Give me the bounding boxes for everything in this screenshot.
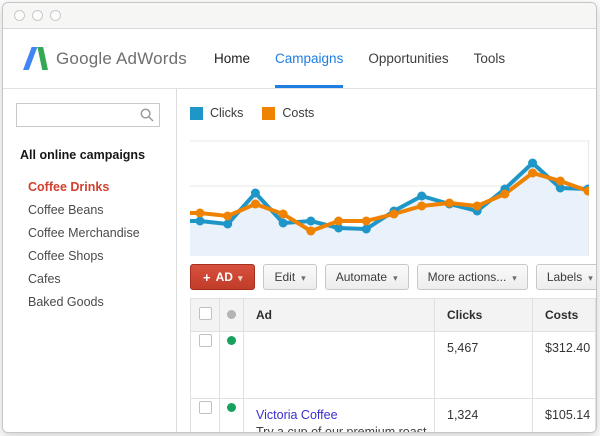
nav-tab-home[interactable]: Home [214, 29, 250, 88]
caret-down-icon: ▾ [238, 274, 243, 283]
window-control-minimize[interactable] [32, 10, 43, 21]
nav-tab-tools[interactable]: Tools [474, 29, 506, 88]
sidebar-item-coffee-beans[interactable]: Coffee Beans [3, 198, 176, 221]
caret-down-icon: ▾ [393, 274, 398, 283]
caret-down-icon: ▾ [588, 274, 593, 283]
action-toolbar: + AD ▾ Edit ▾ Automate ▾ More actions... [190, 264, 596, 290]
search-icon [140, 108, 154, 122]
add-ad-button[interactable]: + AD ▾ [190, 264, 255, 290]
sidebar-item-baked-goods[interactable]: Baked Goods [3, 290, 176, 313]
ad-cell [244, 332, 435, 399]
clicks-column-header[interactable]: Clicks [435, 299, 533, 332]
status-enabled-icon [227, 403, 236, 412]
table-row: Victoria Coffee Try a cup of our premium… [191, 399, 596, 434]
browser-window: Google AdWords Home Campaigns Opportunit… [2, 2, 597, 433]
ad-column-header[interactable]: Ad [244, 299, 435, 332]
clicks-costs-line-chart [190, 133, 589, 257]
status-enabled-icon [227, 336, 236, 345]
caret-down-icon: ▾ [301, 274, 306, 283]
table-row: 5,467 $312.40 [191, 332, 596, 399]
row-checkbox[interactable] [199, 401, 212, 414]
ad-description: Try a cup of our premium roast. [256, 425, 434, 433]
costs-column-header[interactable]: Costs [533, 299, 596, 332]
nav-tab-campaigns[interactable]: Campaigns [275, 29, 343, 88]
clicks-legend-swatch [190, 107, 203, 120]
campaign-list: Coffee Drinks Coffee Beans Coffee Mercha… [3, 175, 176, 313]
select-all-checkbox[interactable] [199, 307, 212, 320]
costs-legend-label: Costs [282, 106, 314, 120]
search-input[interactable] [16, 103, 160, 127]
clicks-cell: 1,324 [435, 399, 533, 434]
window-control-zoom[interactable] [50, 10, 61, 21]
main-nav: Home Campaigns Opportunities Tools [214, 29, 505, 88]
table-header-row: Ad Clicks Costs [191, 299, 596, 332]
caret-down-icon: ▾ [512, 274, 517, 283]
adwords-logo: Google AdWords [23, 29, 187, 88]
nav-tab-opportunities[interactable]: Opportunities [368, 29, 448, 88]
ad-title-link[interactable]: Victoria Coffee [256, 408, 434, 422]
chart-legend: Clicks Costs [190, 106, 596, 120]
row-checkbox[interactable] [199, 334, 212, 347]
window-control-close[interactable] [14, 10, 25, 21]
edit-button[interactable]: Edit ▾ [263, 264, 316, 290]
ad-cell: Victoria Coffee Try a cup of our premium… [244, 399, 435, 434]
costs-legend-swatch [262, 107, 275, 120]
clicks-cell: 5,467 [435, 332, 533, 399]
brand-text: Google AdWords [56, 49, 187, 69]
main-panel: Clicks Costs + AD ▾ Edit ▾ [177, 89, 596, 432]
content-row: All online campaigns Coffee Drinks Coffe… [3, 89, 596, 432]
campaign-search [16, 103, 160, 127]
labels-button[interactable]: Labels ▾ [536, 264, 597, 290]
sidebar-heading: All online campaigns [20, 148, 176, 162]
status-column-icon [227, 310, 236, 319]
plus-icon: + [203, 271, 211, 284]
ads-table: Ad Clicks Costs 5,467 $312.40 [190, 298, 596, 433]
automate-button[interactable]: Automate ▾ [325, 264, 409, 290]
clicks-legend-label: Clicks [210, 106, 243, 120]
screenshot-stage: Google AdWords Home Campaigns Opportunit… [0, 0, 600, 436]
sidebar-item-coffee-shops[interactable]: Coffee Shops [3, 244, 176, 267]
adwords-a-icon [23, 47, 48, 70]
more-actions-button[interactable]: More actions... ▾ [417, 264, 528, 290]
sidebar-item-cafes[interactable]: Cafes [3, 267, 176, 290]
sidebar-item-coffee-drinks[interactable]: Coffee Drinks [3, 175, 176, 198]
costs-cell: $105.14 [533, 399, 596, 434]
app-header: Google AdWords Home Campaigns Opportunit… [3, 29, 596, 89]
costs-cell: $312.40 [533, 332, 596, 399]
sidebar: All online campaigns Coffee Drinks Coffe… [3, 89, 177, 432]
sidebar-item-coffee-merchandise[interactable]: Coffee Merchandise [3, 221, 176, 244]
window-titlebar [3, 3, 596, 29]
